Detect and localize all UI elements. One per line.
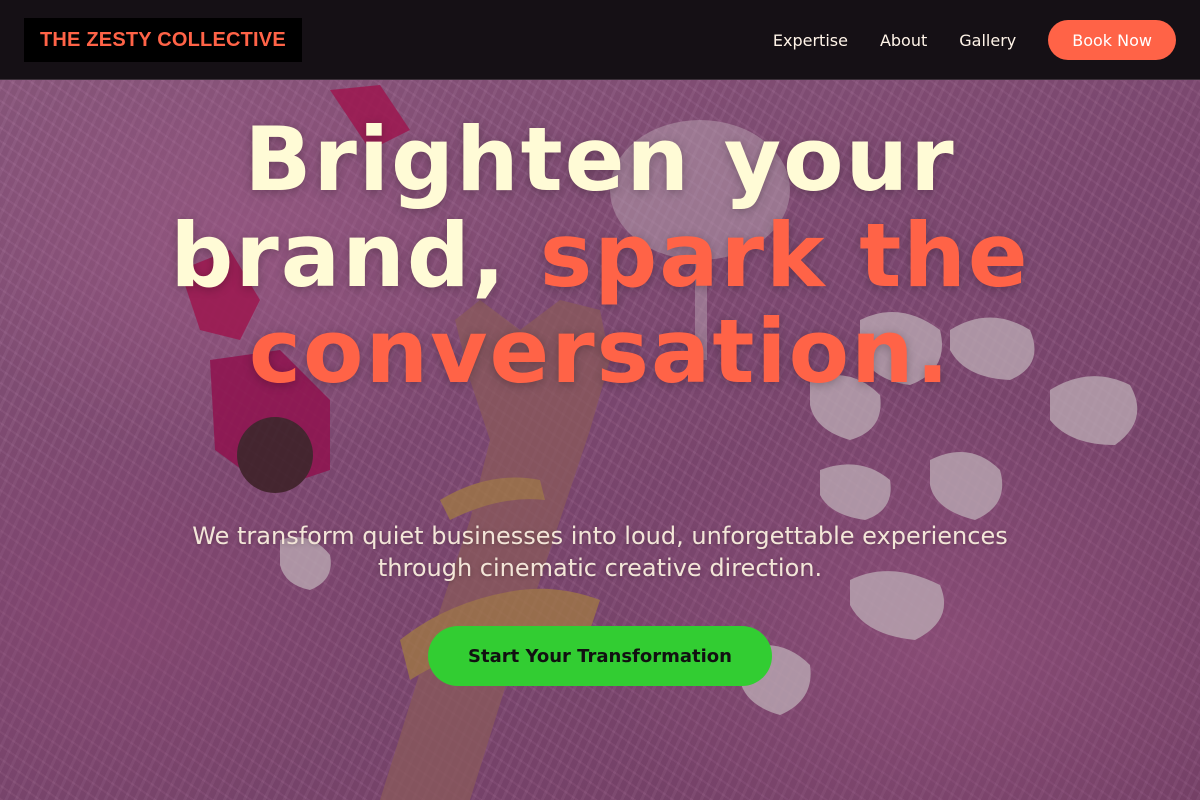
book-now-button[interactable]: Book Now xyxy=(1048,20,1176,60)
brand-logo[interactable]: THE ZESTY COLLECTIVE xyxy=(24,18,302,62)
landing-page: THE ZESTY COLLECTIVE Expertise About Gal… xyxy=(0,0,1200,800)
hero-headline: Brighten your brand, spark the conversat… xyxy=(150,112,1050,400)
hero-section: Brighten your brand, spark the conversat… xyxy=(0,80,1200,800)
top-navbar: THE ZESTY COLLECTIVE Expertise About Gal… xyxy=(0,0,1200,80)
nav-links: Expertise About Gallery Book Now xyxy=(773,20,1176,60)
nav-link-about[interactable]: About xyxy=(880,31,927,50)
nav-link-expertise[interactable]: Expertise xyxy=(773,31,848,50)
nav-link-gallery[interactable]: Gallery xyxy=(959,31,1016,50)
start-transformation-button[interactable]: Start Your Transformation xyxy=(428,626,772,686)
hero-subheadline: We transform quiet businesses into loud,… xyxy=(192,522,1008,582)
